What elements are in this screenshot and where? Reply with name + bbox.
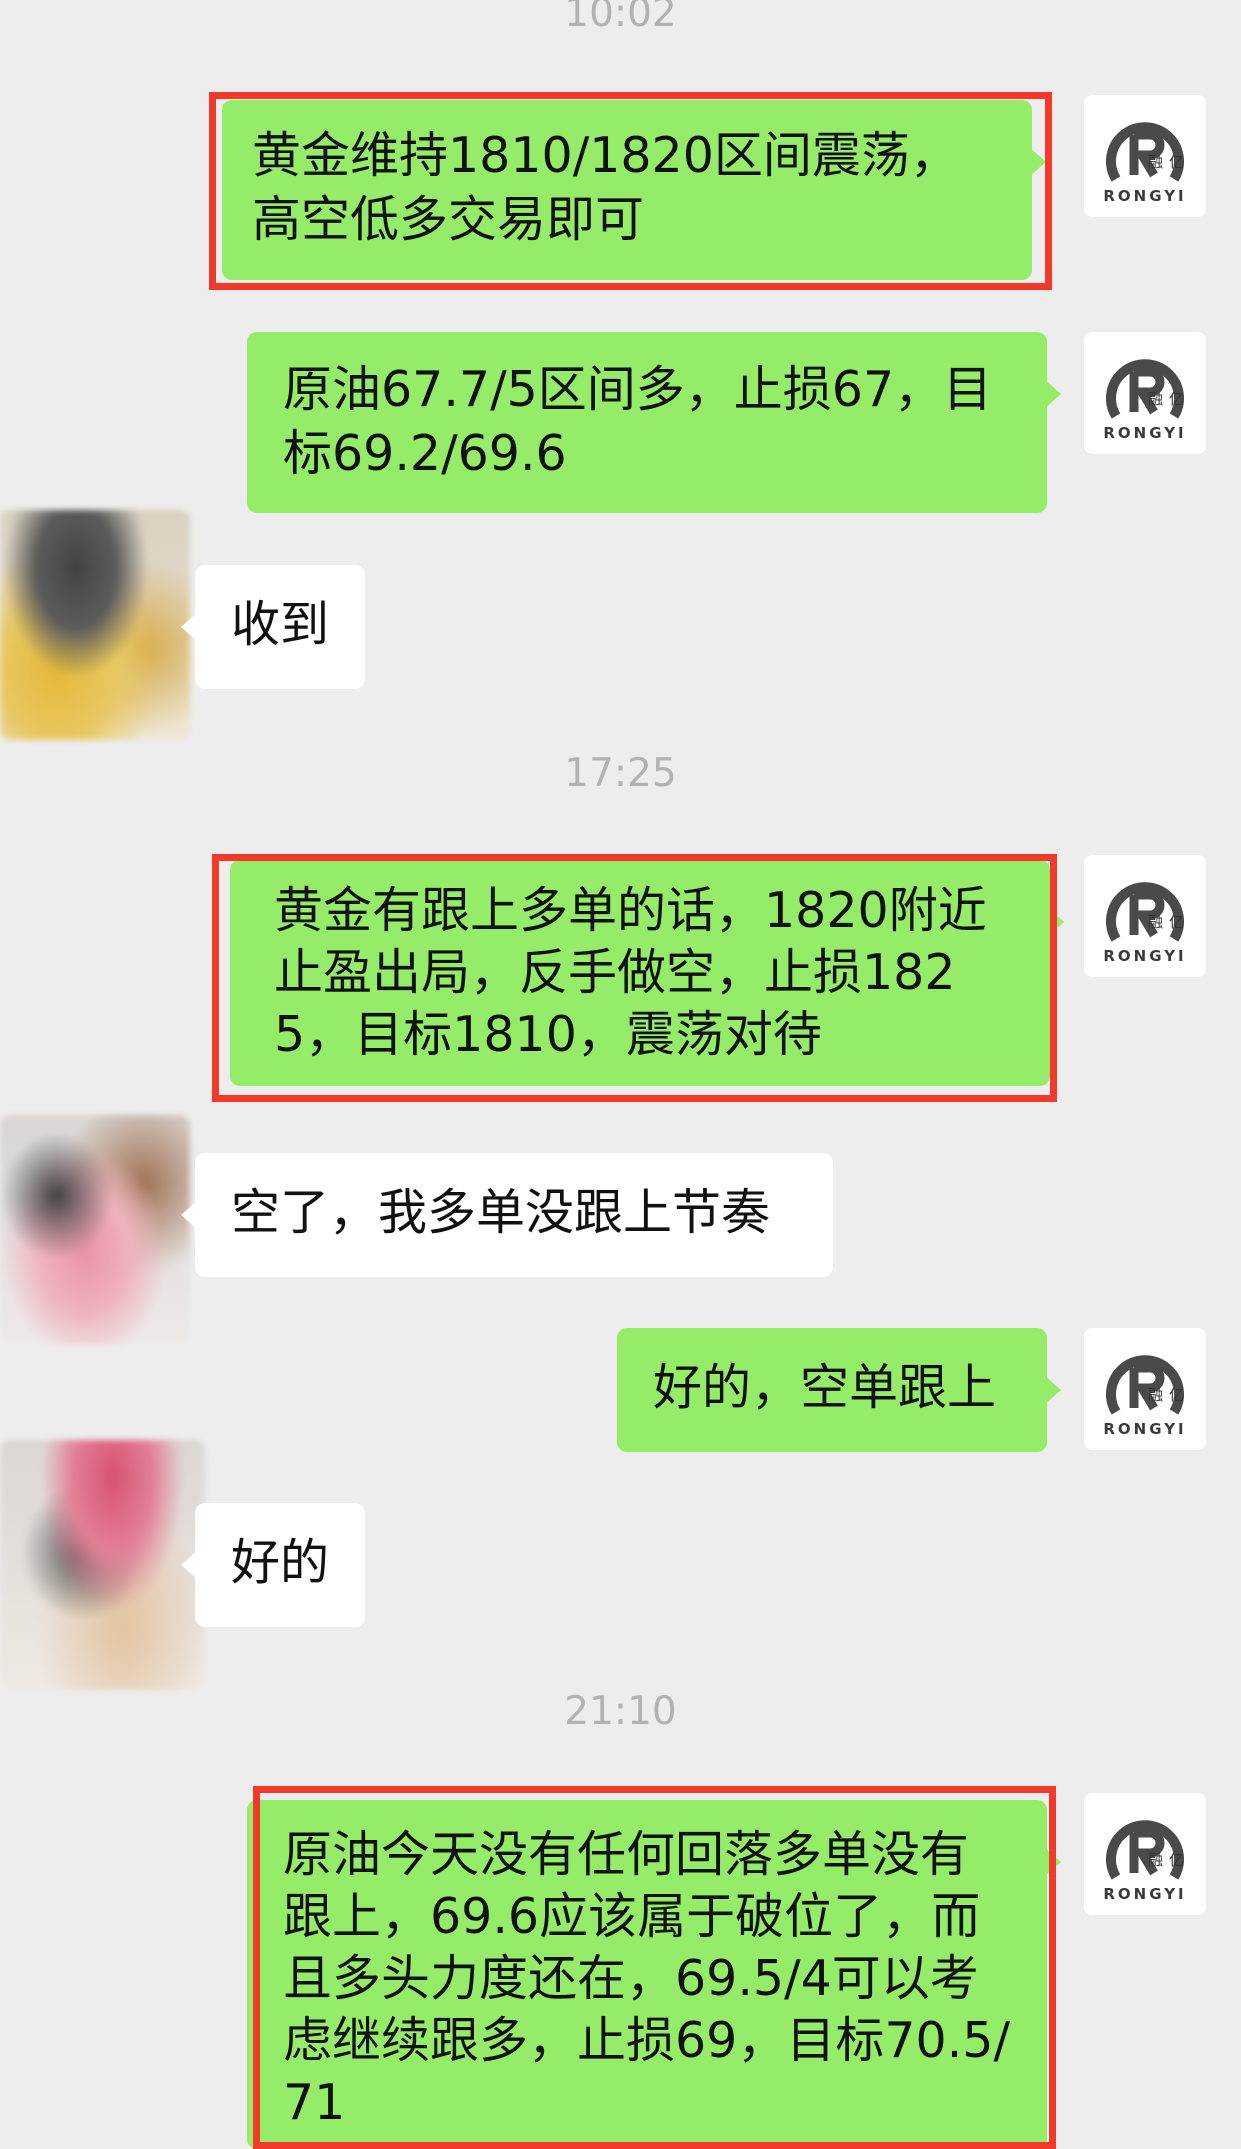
message-bubble-outgoing[interactable]: 黄金有跟上多单的话，1820附近止盈出局，反手做空，止损1825，目标1810，…: [230, 860, 1064, 1086]
rongyi-logo-icon: [1106, 882, 1184, 942]
timestamp: 17:25: [564, 751, 677, 796]
brand-cn: 融亿: [1148, 153, 1191, 171]
brand-cn: 融亿: [1148, 1851, 1191, 1869]
message-bubble-incoming[interactable]: 收到: [181, 565, 365, 689]
brand-cn: 融亿: [1148, 913, 1191, 931]
timestamp: 21:10: [564, 1689, 677, 1734]
message-bubble-outgoing[interactable]: 原油67.7/5区间多，止损67，目标69.2/69.6: [247, 332, 1061, 513]
message-bubble-incoming[interactable]: 空了，我多单没跟上节奏: [181, 1153, 833, 1277]
message-bubble-outgoing[interactable]: 原油今天没有任何回落多单没有跟上，69.6应该属于破位了，而且多头力度还在，69…: [247, 1800, 1061, 2149]
avatar[interactable]: 融亿 RONGYI: [1084, 1793, 1206, 1915]
brand-text: RONGYI: [1103, 1885, 1187, 1903]
brand-text: RONGYI: [1103, 1420, 1187, 1438]
brand-text: RONGYI: [1103, 947, 1187, 965]
rongyi-logo-icon: [1106, 1355, 1184, 1415]
brand-text: RONGYI: [1103, 187, 1187, 205]
message-bubble-incoming[interactable]: 好的: [181, 1503, 365, 1627]
avatar[interactable]: 融亿 RONGYI: [1084, 332, 1206, 454]
rongyi-logo-icon: [1106, 359, 1184, 419]
avatar[interactable]: 融亿 RONGYI: [1084, 1328, 1206, 1450]
message-bubble-outgoing[interactable]: 好的，空单跟上: [617, 1328, 1061, 1452]
timestamp: 10:02: [564, 0, 677, 36]
avatar[interactable]: 融亿 RONGYI: [1084, 95, 1206, 217]
brand-text: RONGYI: [1103, 424, 1187, 442]
blurred-avatar-icon[interactable]: [0, 510, 190, 740]
avatar[interactable]: 融亿 RONGYI: [1084, 855, 1206, 977]
brand-cn: 融亿: [1148, 1386, 1191, 1404]
blurred-avatar-icon[interactable]: [0, 1115, 190, 1345]
rongyi-logo-icon: [1106, 1820, 1184, 1880]
message-bubble-outgoing[interactable]: 黄金维持1810/1820区间震荡，高空低多交易即可: [222, 100, 1046, 280]
blurred-avatar-icon[interactable]: [0, 1440, 205, 1690]
rongyi-logo-icon: [1106, 122, 1184, 182]
brand-cn: 融亿: [1148, 390, 1191, 408]
